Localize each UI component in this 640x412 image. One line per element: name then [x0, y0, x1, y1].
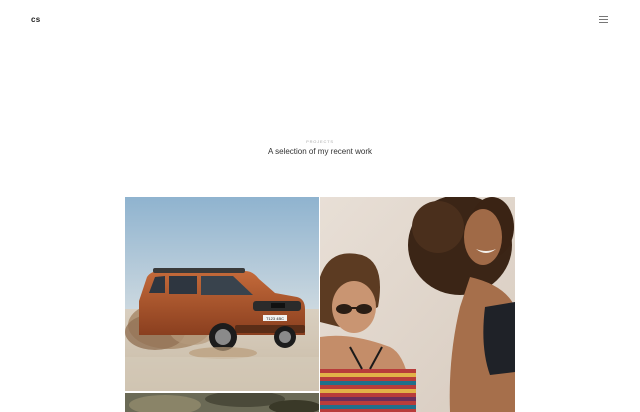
project-tile-3[interactable]	[125, 393, 319, 412]
hamburger-menu-icon[interactable]	[599, 16, 608, 23]
page: cs PROJECTS A selection of my recent wor…	[0, 0, 640, 412]
project-tile-car[interactable]: T123 4BC	[125, 197, 319, 391]
project-tile-beach[interactable]	[320, 197, 515, 412]
section-label: PROJECTS	[306, 139, 334, 144]
section-title: A selection of my recent work	[267, 147, 373, 156]
license-plate: T123 4BC	[266, 316, 284, 321]
project-gallery: T123 4BC	[125, 197, 515, 412]
car-photo: T123 4BC	[125, 197, 319, 391]
partial-photo	[125, 393, 319, 412]
beach-photo	[320, 197, 515, 412]
site-logo[interactable]: cs	[31, 15, 41, 25]
